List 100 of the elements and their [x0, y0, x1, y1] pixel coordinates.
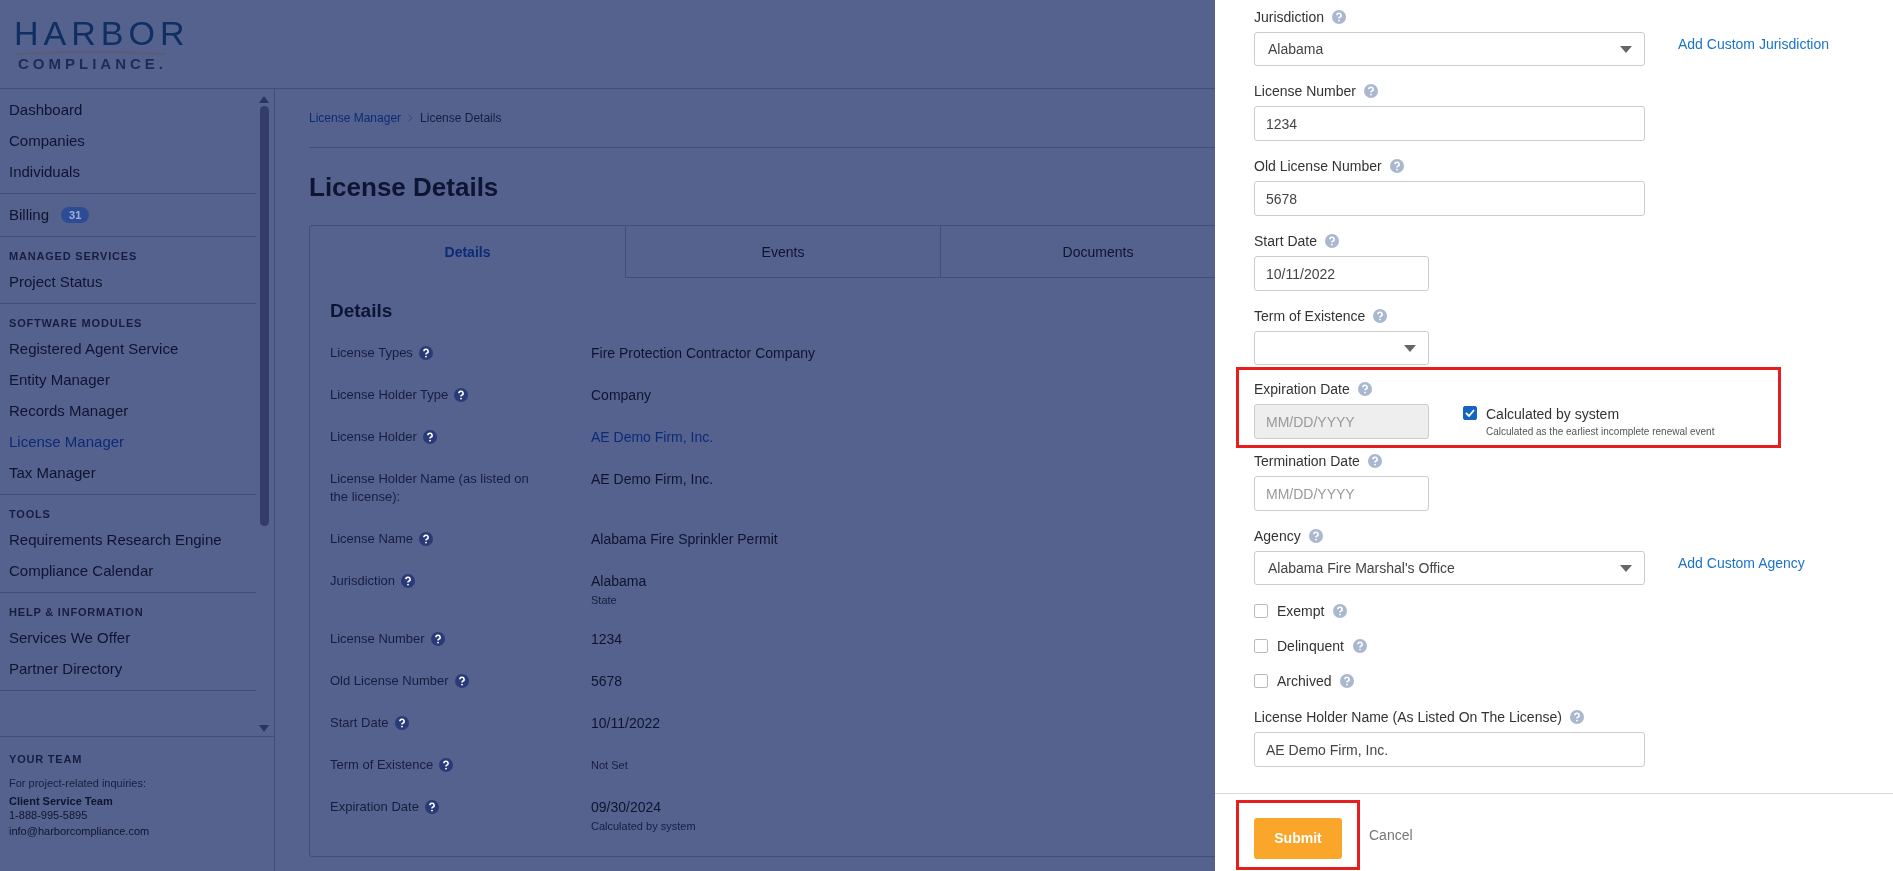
field-value: 10/11/2022 — [591, 714, 661, 732]
text-field[interactable]: 1234 — [1254, 106, 1645, 141]
caret-icon — [1404, 344, 1416, 352]
field-label: Term of Existence — [1254, 308, 1366, 324]
sidebar-item[interactable]: Project Status — [9, 273, 103, 290]
checkbox[interactable] — [1254, 638, 1268, 653]
add-link[interactable]: Add Custom Jurisdiction — [1678, 36, 1829, 52]
section-heading: HELP & INFORMATION — [8, 605, 145, 620]
sidebar-item[interactable]: License Manager — [9, 433, 125, 450]
field-label: Agency — [1254, 528, 1301, 544]
field-value: Alabama — [591, 572, 647, 590]
field-label: License Holder — [330, 428, 417, 446]
dropdown[interactable]: Alabama Fire Marshal's Office — [1254, 551, 1645, 585]
field-value: Alabama Fire Sprinkler Permit — [591, 530, 778, 548]
help-icon[interactable] — [454, 388, 469, 402]
field-label: License Number — [1254, 83, 1356, 99]
sidebar-item[interactable]: Requirements Research Engine — [9, 531, 222, 548]
date-field[interactable]: 10/11/2022 — [1254, 256, 1429, 291]
field-label: Start Date — [1254, 233, 1318, 249]
section-heading: TOOLS — [8, 507, 52, 522]
sidebar-item[interactable]: Partner Directory — [9, 660, 123, 677]
field-value: Company — [591, 386, 651, 404]
section-heading: MANAGED SERVICES — [8, 249, 139, 264]
contact-name: Client Service Team — [9, 795, 114, 807]
section-heading: YOUR TEAM — [9, 753, 84, 767]
sidebar-item[interactable]: Compliance Calendar — [9, 562, 154, 579]
value-note: State — [591, 594, 617, 606]
field-value: 09/30/2024 — [591, 798, 662, 816]
page-title: License Details — [309, 172, 499, 203]
sidebar-item[interactable]: Services We Offer — [9, 629, 131, 646]
field-label: License Holder Type — [330, 386, 449, 404]
breadcrumb-item[interactable]: License Manager — [309, 111, 402, 125]
scrollbar[interactable] — [259, 96, 269, 732]
field-label: License Holder Name (as listed on the license): — [330, 470, 530, 506]
field-value: 1234 — [591, 630, 623, 648]
chevron-icon — [408, 114, 414, 122]
sidebar-item[interactable]: Companies — [9, 132, 85, 149]
text-field[interactable]: AE Demo Firm, Inc. — [1254, 732, 1645, 767]
help-icon[interactable] — [394, 716, 409, 730]
field-label: License Number — [330, 630, 425, 648]
contact-phone: 1-888-995-5895 — [9, 808, 89, 823]
tab[interactable]: Events — [625, 226, 940, 278]
scroll-up-icon[interactable] — [259, 96, 269, 103]
section-heading: SOFTWARE MODULES — [8, 316, 144, 331]
field-label: Termination Date — [1254, 453, 1360, 469]
checkbox[interactable] — [1254, 673, 1268, 688]
checkbox-label[interactable]: Exempt — [1277, 602, 1325, 619]
field-label: Old License Number — [330, 672, 449, 690]
field-label: Old License Number — [1254, 158, 1382, 174]
date-field[interactable]: MM/DD/YYYY — [1254, 476, 1429, 511]
sidebar-item[interactable]: Individuals — [9, 163, 80, 180]
scroll-down-icon[interactable] — [259, 725, 269, 732]
field-label: License Name — [330, 530, 414, 548]
logo-wordmark[interactable]: HARBOR — [14, 16, 190, 50]
cancel-link[interactable]: Cancel — [1369, 826, 1413, 843]
field-value: 5678 — [591, 672, 623, 690]
sidebar-item[interactable]: Records Manager — [9, 402, 129, 419]
field-label: Jurisdiction — [1254, 9, 1325, 25]
field-label: Expiration Date — [1254, 381, 1350, 397]
helper-text: Calculated as the earliest incomplete renewal event — [1486, 426, 1715, 437]
checkbox-label[interactable]: Archived — [1277, 672, 1332, 689]
help-icon[interactable] — [430, 632, 445, 646]
help-icon[interactable] — [422, 430, 437, 444]
help-icon[interactable] — [418, 346, 433, 360]
field-value: Not Set — [591, 758, 628, 773]
count-badge: 31 — [61, 206, 90, 223]
field-label: Expiration Date — [330, 798, 419, 816]
field-value: AE Demo Firm, Inc. — [591, 470, 714, 488]
tab[interactable]: Details — [310, 226, 625, 278]
field-label: Start Date — [330, 714, 389, 732]
field-label: Jurisdiction — [330, 572, 396, 590]
field-label: License Holder Name (As Listed On The License) — [1254, 709, 1562, 725]
help-icon[interactable] — [424, 800, 439, 814]
sidebar-item[interactable]: Dashboard — [9, 101, 83, 118]
field-label: Term of Existence — [330, 756, 434, 774]
holder-link[interactable]: AE Demo Firm, Inc. — [591, 428, 714, 446]
caret-icon — [1620, 45, 1632, 53]
sidebar-item[interactable]: Tax Manager — [9, 464, 96, 481]
help-icon[interactable] — [439, 758, 454, 772]
checkbox-label[interactable]: Delinquent — [1277, 637, 1344, 654]
dropdown[interactable]: Alabama — [1254, 32, 1645, 66]
checkbox[interactable] — [1254, 603, 1268, 618]
dropdown[interactable] — [1254, 331, 1429, 365]
submit-button[interactable]: Submit — [1254, 817, 1342, 859]
help-icon[interactable] — [454, 674, 469, 688]
team-intro: For project-related inquiries: — [9, 777, 147, 789]
sidebar-item[interactable]: Billing — [9, 206, 50, 223]
sidebar-item[interactable]: Registered Agent Service — [9, 340, 179, 357]
value-note: Calculated by system — [591, 820, 696, 832]
contact-email: info@harborcompliance.com — [9, 824, 151, 839]
help-icon[interactable] — [419, 532, 434, 546]
caret-icon — [1620, 564, 1632, 572]
breadcrumb-item: License Details — [420, 111, 502, 125]
field-label: License Types — [330, 344, 413, 362]
field-value: Fire Protection Contractor Company — [591, 344, 816, 362]
section-title: Details — [330, 300, 393, 322]
add-link[interactable]: Add Custom Agency — [1678, 555, 1805, 571]
sidebar-item[interactable]: Entity Manager — [9, 371, 110, 388]
help-icon[interactable] — [401, 574, 416, 588]
text-field[interactable]: 5678 — [1254, 181, 1645, 216]
